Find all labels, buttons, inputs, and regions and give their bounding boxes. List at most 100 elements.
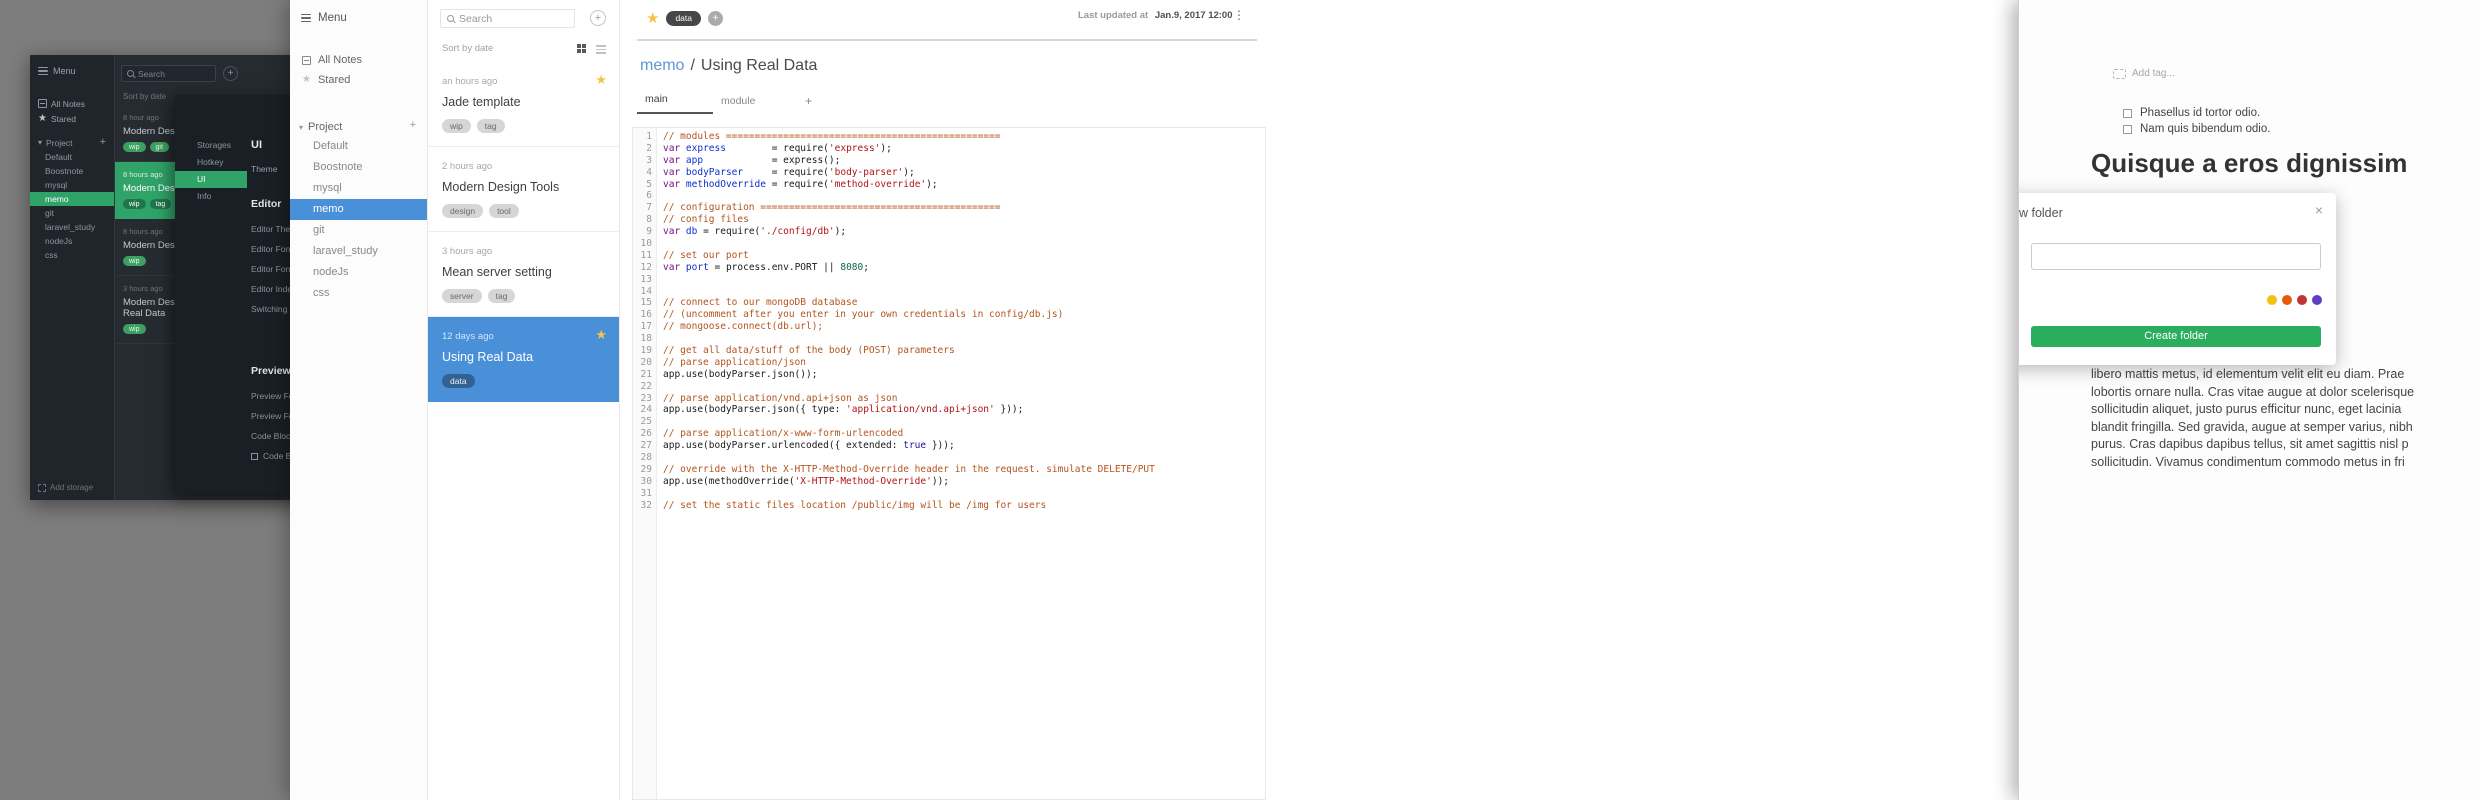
code-editor[interactable]: 1 2 3 4 5 6 7 8 9 10 11 12 13 14 15 16 17 18 19 20 21 22 23 24 2… [632,127,1266,800]
note-list-item[interactable]: 3 hours ago Mean server setting server tag [428,232,619,317]
add-folder-button[interactable]: + [410,119,416,131]
color-swatch[interactable] [2297,295,2307,305]
color-swatch[interactable] [2312,295,2322,305]
more-options-icon[interactable]: ⋮ [1233,8,1245,22]
dark-search-box[interactable]: Search [121,65,216,82]
star-icon[interactable]: ★ [646,11,659,26]
code-line: // config files [663,214,749,226]
note-time: 2 hours ago [442,161,493,172]
dark-folder[interactable]: laravel_study [30,220,114,234]
note-list-item[interactable]: 12 days ago ★ Using Real Data data [428,317,619,402]
folder-name-input[interactable] [2031,243,2321,270]
line-number: 30 [640,475,652,487]
sidebar-folder[interactable]: laravel_study [290,241,427,262]
dark-menu-button[interactable]: Menu [30,55,114,76]
list-view-icon[interactable] [596,45,606,56]
starred-link[interactable]: ★ Stared [290,70,427,90]
note-time: 3 hours ago [442,246,493,257]
dark-folder[interactable]: nodeJs [30,234,114,248]
dark-sort-label[interactable]: Sort by date [123,92,166,101]
note-tag-pill[interactable]: data [666,10,701,26]
dark-all-notes-link[interactable]: All Notes [30,96,114,111]
dark-new-note-button[interactable]: + [223,66,238,81]
markdown-checklist: Phasellus id tortor odio. Nam quis bibend… [2123,105,2270,137]
settings-menu-storages[interactable]: Storages [175,137,247,154]
folder-color-swatches [2267,295,2322,305]
note-list-item[interactable]: 2 hours ago Modern Design Tools design tool [428,147,619,232]
settings-menu-ui[interactable]: UI [175,171,247,188]
menu-button[interactable]: Menu [290,0,427,24]
all-notes-link[interactable]: All Notes [290,50,427,70]
tab-main[interactable]: main [637,93,713,114]
desktop-background: Menu All Notes ★ Stared ▾ Project + Defa… [0,0,2480,800]
line-number: 15 [640,297,652,309]
line-number: 19 [640,345,652,357]
add-snippet-button[interactable]: + [805,94,812,114]
sidebar-folder[interactable]: Default [290,136,427,157]
sidebar-folder[interactable]: css [290,283,427,304]
note-title: Mean server setting [442,265,552,279]
checklist-item[interactable]: Phasellus id tortor odio. [2123,105,2270,121]
note-folder-name[interactable]: memo [640,57,684,74]
settings-menu-info[interactable]: Info [175,188,247,205]
note-list-item[interactable]: an hours ago ★ Jade template wip tag [428,62,619,147]
line-number: 9 [646,226,652,238]
star-icon: ★ [38,112,47,124]
project-header[interactable]: ▾ Project + [290,118,427,136]
checkbox-icon [251,452,258,460]
search-icon [447,15,454,22]
settings-menu-hotkey[interactable]: Hotkey [175,154,247,171]
settings-menu: Storages Hotkey UI Info [175,95,247,493]
sidebar-folder[interactable]: mysql [290,178,427,199]
dark-project-header[interactable]: ▾ Project + [30,135,114,150]
color-swatch[interactable] [2267,295,2277,305]
dark-starred-link[interactable]: ★ Stared [30,111,114,126]
grid-view-icon[interactable] [577,44,586,53]
add-folder-icon[interactable]: + [100,136,106,148]
title-separator: / [690,57,695,74]
sidebar-folder[interactable]: memo [290,199,427,220]
code-gutter: 1 2 3 4 5 6 7 8 9 10 11 12 13 14 15 16 17 18 19 20 21 22 23 24 2… [633,128,657,799]
add-tag-button[interactable]: + [708,10,723,26]
dark-folder[interactable]: git [30,206,114,220]
sidebar-folder[interactable]: nodeJs [290,262,427,283]
caret-down-icon: ▾ [299,122,304,132]
close-icon[interactable]: × [2315,202,2323,218]
sidebar-folder[interactable]: Boostnote [290,157,427,178]
caret-down-icon: ▾ [38,138,43,147]
sidebar: Menu All Notes ★ Stared ▾ Project + Defa… [290,0,428,800]
note-tag: wip [442,119,471,133]
tab-module[interactable]: module [713,95,789,114]
note-title: Jade template [442,95,521,109]
note-tag: design [442,204,484,218]
create-folder-button[interactable]: Create folder [2031,326,2321,347]
detail-tabs: main module + [637,90,812,114]
dark-add-storage-button[interactable]: Add storage [38,483,93,492]
line-number: 23 [640,392,652,404]
note-title: Using Real Data [700,57,818,74]
dark-folder[interactable]: Boostnote [30,164,114,178]
dark-folder[interactable]: Default [30,150,114,164]
code-line: var bodyParser = require('body-parser'); [663,166,915,178]
sort-by-button[interactable]: Sort by date [442,43,493,54]
sidebar-folder[interactable]: git [290,220,427,241]
code-line: var methodOverride = require('method-ove… [663,178,938,190]
checklist-item[interactable]: Nam quis bibendum odio. [2123,121,2270,137]
line-number: 27 [640,440,652,452]
project-label: Project [308,121,343,133]
dark-folder[interactable]: mysql [30,178,114,192]
search-input[interactable]: Search [440,9,575,28]
dark-folder[interactable]: css [30,248,114,262]
dark-folder[interactable]: memo [30,192,114,206]
line-number: 10 [640,238,652,250]
add-tag-field[interactable]: Add tag... [2113,68,2175,79]
checkbox-icon[interactable] [2123,108,2132,118]
color-swatch[interactable] [2282,295,2292,305]
code-line: // connect to our mongoDB database [663,297,858,309]
checkbox-icon[interactable] [2123,124,2132,134]
detail-header: ★ data + [646,8,723,28]
new-note-button[interactable]: + [590,10,606,26]
